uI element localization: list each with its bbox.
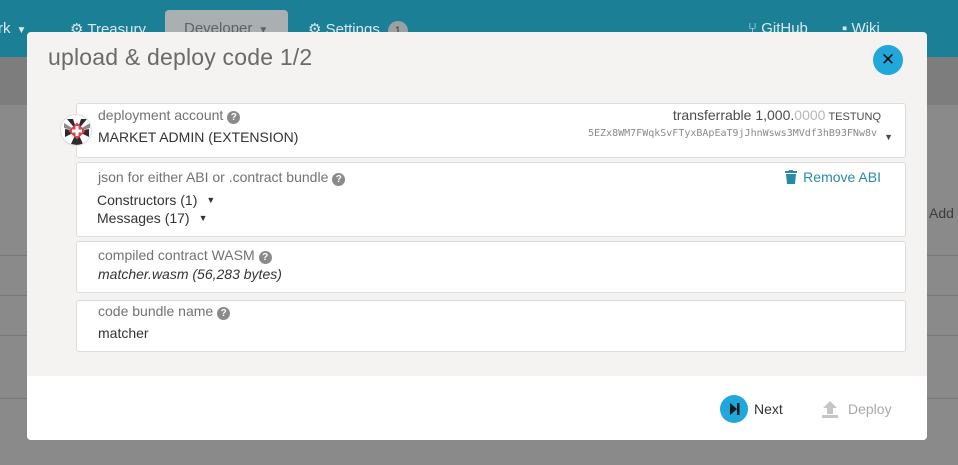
upload-icon xyxy=(820,395,840,423)
close-button[interactable]: ✕ xyxy=(873,45,903,75)
compiled-wasm-label: compiled contract WASM? xyxy=(98,247,272,264)
modal-footer: Next Deploy xyxy=(27,376,927,440)
constructors-expander[interactable]: Constructors (1) ▼ xyxy=(97,192,215,208)
balance-decimals: 0000 xyxy=(794,107,826,123)
account-avatar-icon xyxy=(60,114,92,146)
compiled-wasm-label-text: compiled contract WASM xyxy=(98,247,255,263)
help-icon[interactable]: ? xyxy=(217,307,231,320)
remove-abi-label: Remove ABI xyxy=(803,169,881,185)
step-forward-icon xyxy=(720,395,748,423)
code-bundle-name-field[interactable]: code bundle name? matcher xyxy=(76,300,906,352)
help-icon[interactable]: ? xyxy=(258,251,272,264)
code-bundle-name-label: code bundle name? xyxy=(98,303,231,320)
messages-label: Messages (17) xyxy=(97,210,190,226)
abi-json-field[interactable]: json for either ABI or .contract bundle?… xyxy=(76,162,906,237)
chevron-down-icon: ▼ xyxy=(206,195,216,205)
account-address: 5EZx8WM7FWqkSvFTyxBApEaT9jJhnWsws3MVdf3h… xyxy=(588,128,877,139)
next-button[interactable]: Next xyxy=(720,395,783,423)
messages-expander[interactable]: Messages (17) ▼ xyxy=(97,210,208,226)
deployment-account-label: deployment account? xyxy=(98,107,241,124)
deploy-label: Deploy xyxy=(848,401,892,417)
constructors-label: Constructors (1) xyxy=(97,192,198,208)
help-icon[interactable]: ? xyxy=(227,111,241,124)
balance-unit: TESTUNQ xyxy=(828,111,881,123)
deployment-account-field[interactable]: deployment account? MARKET ADMIN (EXTENS… xyxy=(76,103,906,158)
deployment-account-label-text: deployment account xyxy=(98,107,224,123)
remove-abi-button[interactable]: Remove ABI xyxy=(785,169,881,187)
chevron-down-icon[interactable]: ▼ xyxy=(884,132,893,142)
close-icon: ✕ xyxy=(880,50,896,69)
trash-icon xyxy=(785,170,798,187)
account-name: MARKET ADMIN (EXTENSION) xyxy=(98,129,299,145)
next-label: Next xyxy=(754,401,783,417)
wasm-file-value: matcher.wasm (56,283 bytes) xyxy=(98,266,282,282)
modal-title: upload & deploy code 1/2 xyxy=(48,44,313,70)
background-add-button[interactable]: Add xyxy=(929,205,954,221)
nav-network-partial[interactable]: rk ▼ xyxy=(0,20,26,37)
balance-label: transferrable xyxy=(672,107,752,123)
abi-json-label-text: json for either ABI or .contract bundle xyxy=(98,169,329,185)
deploy-button[interactable]: Deploy xyxy=(820,395,892,423)
compiled-wasm-field[interactable]: compiled contract WASM? matcher.wasm (56… xyxy=(76,241,906,293)
chevron-down-icon: ▼ xyxy=(16,25,27,36)
upload-deploy-modal: upload & deploy code 1/2 ✕ deployment ac… xyxy=(27,32,927,440)
chevron-down-icon: ▼ xyxy=(198,213,208,223)
code-bundle-name-label-text: code bundle name xyxy=(98,303,214,319)
abi-json-label: json for either ABI or .contract bundle? xyxy=(98,169,346,186)
nav-network-label: rk xyxy=(0,20,11,37)
code-bundle-name-input[interactable]: matcher xyxy=(98,325,149,341)
help-icon[interactable]: ? xyxy=(332,173,346,186)
account-balance: transferrable 1,000.0000 TESTUNQ xyxy=(673,107,881,123)
balance-main: 1,000. xyxy=(755,107,795,123)
